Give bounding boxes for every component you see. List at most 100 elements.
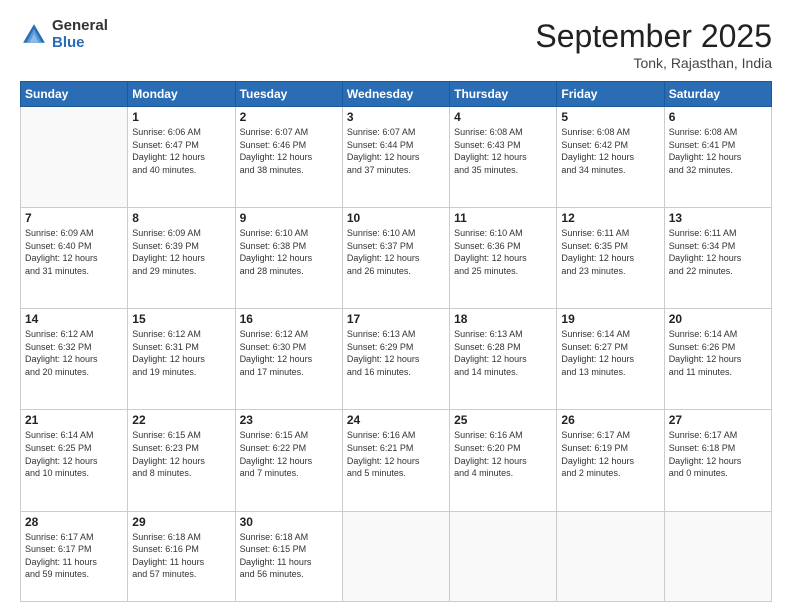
- day-info: Sunrise: 6:18 AM Sunset: 6:16 PM Dayligh…: [132, 531, 230, 581]
- day-number: 10: [347, 211, 445, 225]
- logo-icon: [20, 21, 48, 49]
- table-row: 14 Sunrise: 6:12 AM Sunset: 6:32 PM Dayli…: [21, 309, 128, 410]
- day-number: 1: [132, 110, 230, 124]
- day-number: 27: [669, 413, 767, 427]
- table-row: 5 Sunrise: 6:08 AM Sunset: 6:42 PM Daylig…: [557, 107, 664, 208]
- day-info: Sunrise: 6:12 AM Sunset: 6:30 PM Dayligh…: [240, 328, 338, 378]
- day-number: 7: [25, 211, 123, 225]
- table-row: 20 Sunrise: 6:14 AM Sunset: 6:26 PM Dayli…: [664, 309, 771, 410]
- day-number: 9: [240, 211, 338, 225]
- day-info: Sunrise: 6:08 AM Sunset: 6:42 PM Dayligh…: [561, 126, 659, 176]
- table-row: 6 Sunrise: 6:08 AM Sunset: 6:41 PM Daylig…: [664, 107, 771, 208]
- table-row: 4 Sunrise: 6:08 AM Sunset: 6:43 PM Daylig…: [450, 107, 557, 208]
- day-info: Sunrise: 6:15 AM Sunset: 6:22 PM Dayligh…: [240, 429, 338, 479]
- day-number: 25: [454, 413, 552, 427]
- table-row: 17 Sunrise: 6:13 AM Sunset: 6:29 PM Dayli…: [342, 309, 449, 410]
- col-thursday: Thursday: [450, 82, 557, 107]
- day-info: Sunrise: 6:12 AM Sunset: 6:32 PM Dayligh…: [25, 328, 123, 378]
- day-number: 30: [240, 515, 338, 529]
- day-info: Sunrise: 6:14 AM Sunset: 6:27 PM Dayligh…: [561, 328, 659, 378]
- day-info: Sunrise: 6:09 AM Sunset: 6:40 PM Dayligh…: [25, 227, 123, 277]
- day-info: Sunrise: 6:16 AM Sunset: 6:20 PM Dayligh…: [454, 429, 552, 479]
- day-info: Sunrise: 6:13 AM Sunset: 6:29 PM Dayligh…: [347, 328, 445, 378]
- day-info: Sunrise: 6:08 AM Sunset: 6:41 PM Dayligh…: [669, 126, 767, 176]
- day-number: 17: [347, 312, 445, 326]
- page: General Blue September 2025 Tonk, Rajast…: [0, 0, 792, 612]
- logo: General Blue: [20, 18, 108, 51]
- day-number: 14: [25, 312, 123, 326]
- day-number: 12: [561, 211, 659, 225]
- col-saturday: Saturday: [664, 82, 771, 107]
- day-number: 2: [240, 110, 338, 124]
- day-info: Sunrise: 6:11 AM Sunset: 6:35 PM Dayligh…: [561, 227, 659, 277]
- day-info: Sunrise: 6:17 AM Sunset: 6:19 PM Dayligh…: [561, 429, 659, 479]
- table-row: 9 Sunrise: 6:10 AM Sunset: 6:38 PM Daylig…: [235, 208, 342, 309]
- logo-text: General Blue: [52, 18, 108, 51]
- location: Tonk, Rajasthan, India: [535, 55, 772, 71]
- day-info: Sunrise: 6:11 AM Sunset: 6:34 PM Dayligh…: [669, 227, 767, 277]
- day-info: Sunrise: 6:10 AM Sunset: 6:37 PM Dayligh…: [347, 227, 445, 277]
- logo-blue-text: Blue: [52, 35, 108, 52]
- day-number: 3: [347, 110, 445, 124]
- calendar-header-row: Sunday Monday Tuesday Wednesday Thursday…: [21, 82, 772, 107]
- table-row: 15Sunrise: 6:12 AM Sunset: 6:31 PM Dayli…: [128, 309, 235, 410]
- title-block: September 2025 Tonk, Rajasthan, India: [535, 18, 772, 71]
- table-row: 16 Sunrise: 6:12 AM Sunset: 6:30 PM Dayli…: [235, 309, 342, 410]
- table-row: 30 Sunrise: 6:18 AM Sunset: 6:15 PM Dayli…: [235, 511, 342, 602]
- day-info: Sunrise: 6:17 AM Sunset: 6:18 PM Dayligh…: [669, 429, 767, 479]
- day-number: 13: [669, 211, 767, 225]
- day-info: Sunrise: 6:10 AM Sunset: 6:38 PM Dayligh…: [240, 227, 338, 277]
- day-number: 19: [561, 312, 659, 326]
- table-row: 10 Sunrise: 6:10 AM Sunset: 6:37 PM Dayli…: [342, 208, 449, 309]
- day-info: Sunrise: 6:06 AM Sunset: 6:47 PM Dayligh…: [132, 126, 230, 176]
- table-row: 7 Sunrise: 6:09 AM Sunset: 6:40 PM Daylig…: [21, 208, 128, 309]
- table-row: [450, 511, 557, 602]
- day-number: 24: [347, 413, 445, 427]
- col-wednesday: Wednesday: [342, 82, 449, 107]
- table-row: 26 Sunrise: 6:17 AM Sunset: 6:19 PM Dayli…: [557, 410, 664, 511]
- day-number: 16: [240, 312, 338, 326]
- col-monday: Monday: [128, 82, 235, 107]
- day-info: Sunrise: 6:12 AM Sunset: 6:31 PM Dayligh…: [132, 328, 230, 378]
- day-number: 6: [669, 110, 767, 124]
- table-row: 22Sunrise: 6:15 AM Sunset: 6:23 PM Dayli…: [128, 410, 235, 511]
- col-tuesday: Tuesday: [235, 82, 342, 107]
- day-number: 21: [25, 413, 123, 427]
- day-info: Sunrise: 6:14 AM Sunset: 6:25 PM Dayligh…: [25, 429, 123, 479]
- table-row: 3 Sunrise: 6:07 AM Sunset: 6:44 PM Daylig…: [342, 107, 449, 208]
- table-row: 29 Sunrise: 6:18 AM Sunset: 6:16 PM Dayli…: [128, 511, 235, 602]
- calendar-table: Sunday Monday Tuesday Wednesday Thursday…: [20, 81, 772, 602]
- day-number: 28: [25, 515, 123, 529]
- day-number: 4: [454, 110, 552, 124]
- table-row: [664, 511, 771, 602]
- table-row: 19 Sunrise: 6:14 AM Sunset: 6:27 PM Dayli…: [557, 309, 664, 410]
- table-row: 12 Sunrise: 6:11 AM Sunset: 6:35 PM Dayli…: [557, 208, 664, 309]
- logo-general-text: General: [52, 18, 108, 35]
- day-number: 29: [132, 515, 230, 529]
- table-row: 2Sunrise: 6:07 AM Sunset: 6:46 PM Daylig…: [235, 107, 342, 208]
- table-row: [342, 511, 449, 602]
- day-number: 26: [561, 413, 659, 427]
- day-number: 20: [669, 312, 767, 326]
- day-number: 11: [454, 211, 552, 225]
- day-number: 5: [561, 110, 659, 124]
- table-row: 11 Sunrise: 6:10 AM Sunset: 6:36 PM Dayli…: [450, 208, 557, 309]
- day-info: Sunrise: 6:18 AM Sunset: 6:15 PM Dayligh…: [240, 531, 338, 581]
- day-info: Sunrise: 6:15 AM Sunset: 6:23 PM Dayligh…: [132, 429, 230, 479]
- day-info: Sunrise: 6:14 AM Sunset: 6:26 PM Dayligh…: [669, 328, 767, 378]
- table-row: 23Sunrise: 6:15 AM Sunset: 6:22 PM Dayli…: [235, 410, 342, 511]
- day-info: Sunrise: 6:07 AM Sunset: 6:44 PM Dayligh…: [347, 126, 445, 176]
- day-number: 8: [132, 211, 230, 225]
- table-row: 21 Sunrise: 6:14 AM Sunset: 6:25 PM Dayli…: [21, 410, 128, 511]
- table-row: 1 Sunrise: 6:06 AM Sunset: 6:47 PM Daylig…: [128, 107, 235, 208]
- day-info: Sunrise: 6:08 AM Sunset: 6:43 PM Dayligh…: [454, 126, 552, 176]
- day-info: Sunrise: 6:17 AM Sunset: 6:17 PM Dayligh…: [25, 531, 123, 581]
- col-friday: Friday: [557, 82, 664, 107]
- table-row: [21, 107, 128, 208]
- table-row: 8Sunrise: 6:09 AM Sunset: 6:39 PM Daylig…: [128, 208, 235, 309]
- header: General Blue September 2025 Tonk, Rajast…: [20, 18, 772, 71]
- table-row: 18Sunrise: 6:13 AM Sunset: 6:28 PM Dayli…: [450, 309, 557, 410]
- day-info: Sunrise: 6:10 AM Sunset: 6:36 PM Dayligh…: [454, 227, 552, 277]
- table-row: 27 Sunrise: 6:17 AM Sunset: 6:18 PM Dayli…: [664, 410, 771, 511]
- day-info: Sunrise: 6:16 AM Sunset: 6:21 PM Dayligh…: [347, 429, 445, 479]
